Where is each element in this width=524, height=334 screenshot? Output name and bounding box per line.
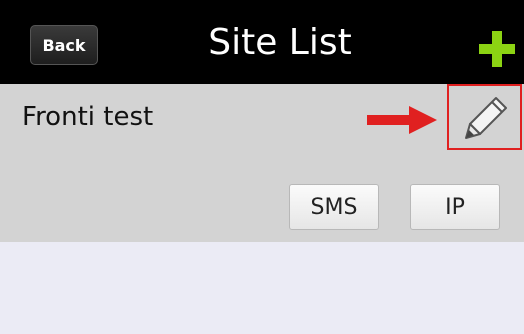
pencil-icon [465,97,507,139]
site-list-item[interactable]: Fronti test SMS IP [0,84,524,242]
sms-button[interactable]: SMS [289,184,379,230]
top-bar: Back Site List [0,0,524,84]
page-title: Site List [208,22,352,63]
arrow-right-icon [367,106,437,134]
site-name: Fronti test [22,102,154,132]
ip-button[interactable]: IP [410,184,500,230]
list-empty-area [0,242,524,334]
plus-icon[interactable] [479,31,515,67]
edit-site-button[interactable] [447,84,522,150]
back-button[interactable]: Back [30,25,98,65]
